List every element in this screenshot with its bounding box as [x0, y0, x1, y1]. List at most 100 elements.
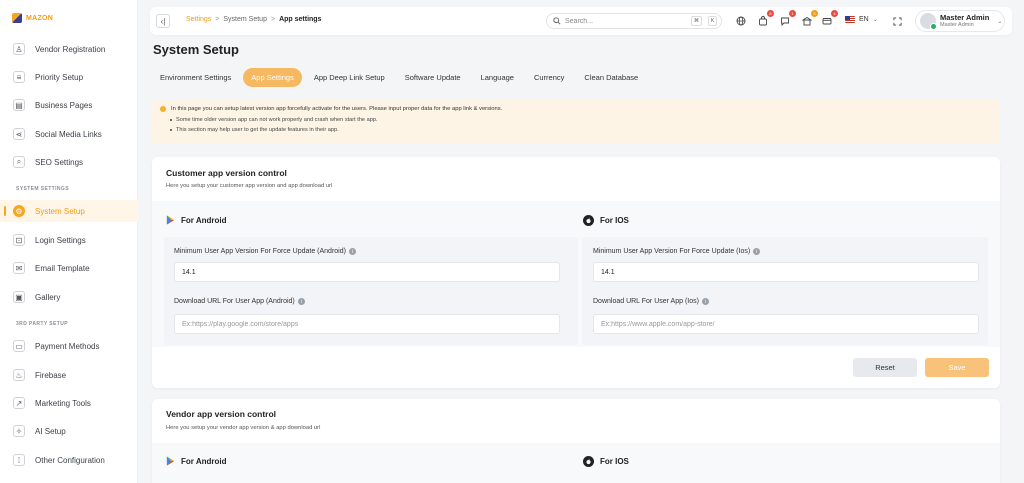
sidebar-item-label: Social Media Links: [35, 129, 102, 139]
sidebar-item-label: Marketing Tools: [35, 398, 91, 408]
sidebar-item-social-media-links[interactable]: ⋖ Social Media Links: [0, 123, 138, 145]
sidebar-item-label: Payment Methods: [35, 341, 100, 351]
sidebar-item-label: Vendor Registration: [35, 44, 106, 54]
sidebar-section-third-party: 3RD PARTY SETUP: [16, 321, 68, 327]
search-icon: [553, 17, 561, 25]
customer-app-version-card: Customer app version control Here you se…: [152, 157, 1000, 388]
apple-icon: [583, 215, 594, 226]
sidebar-item-marketing-tools[interactable]: ↗ Marketing Tools: [0, 392, 138, 414]
orders-badge: 8: [767, 10, 774, 17]
sidebar-item-label: Firebase: [35, 370, 67, 380]
tab-currency[interactable]: Currency: [526, 68, 572, 87]
avatar: [920, 13, 937, 30]
warning-icon: [160, 106, 166, 112]
info-icon[interactable]: i: [701, 298, 709, 305]
breadcrumb-settings[interactable]: Settings: [186, 16, 211, 23]
notice-text: In this page you can setup latest versio…: [171, 106, 503, 112]
tab-language[interactable]: Language: [473, 68, 522, 87]
sidebar: MAZON ♙ Vendor Registration ≡ Priority S…: [0, 0, 138, 483]
reset-button[interactable]: Reset: [853, 358, 917, 377]
language-code: EN: [859, 16, 869, 23]
info-icon[interactable]: i: [753, 248, 761, 255]
info-notice: In this page you can setup latest versio…: [152, 100, 1000, 144]
tab-app-settings[interactable]: App Settings: [243, 68, 302, 87]
sidebar-item-business-pages[interactable]: ▤ Business Pages: [0, 94, 138, 116]
chat-icon: [781, 17, 789, 26]
sparkle-icon: ✧: [13, 425, 25, 437]
sidebar-item-label: Email Template: [35, 263, 90, 273]
brand-logo[interactable]: MAZON: [12, 13, 53, 23]
google-play-icon: [166, 215, 175, 225]
brand-name: MAZON: [26, 14, 54, 22]
android-heading: For Android: [166, 456, 226, 466]
card-icon: [822, 18, 832, 25]
card-subtitle: Here you setup your customer app version…: [166, 183, 333, 189]
ios-download-url-label: Download URL For User App (Ios) i: [593, 298, 709, 305]
android-download-url-input[interactable]: [174, 314, 560, 334]
shop-badge: 5: [811, 10, 818, 17]
sidebar-item-priority-setup[interactable]: ≡ Priority Setup: [0, 66, 138, 88]
shop-button[interactable]: 5: [800, 10, 818, 28]
save-button[interactable]: Save: [925, 358, 989, 377]
logo-mark-icon: [12, 13, 22, 23]
sidebar-item-seo-settings[interactable]: ⌕ SEO Settings: [0, 151, 138, 173]
breadcrumb-separator: >: [215, 16, 220, 23]
ios-min-version-input[interactable]: [593, 262, 979, 282]
cards-badge: 4: [831, 10, 838, 17]
sidebar-item-label: SEO Settings: [35, 157, 84, 167]
sidebar-item-payment-methods[interactable]: ▭ Payment Methods: [0, 335, 138, 357]
search-input[interactable]: [565, 17, 685, 25]
gear-icon: ⚙: [13, 205, 25, 217]
card-body: For Android Minimum User App Version For…: [152, 201, 1000, 347]
google-play-icon: [166, 456, 175, 466]
messages-button[interactable]: 1: [778, 10, 796, 28]
user-role: Master Admin: [940, 21, 974, 28]
us-flag-icon: [845, 16, 855, 23]
sidebar-item-label: Gallery: [35, 292, 61, 302]
lock-icon: ⊡: [13, 234, 25, 246]
tab-software-update[interactable]: Software Update: [397, 68, 469, 87]
sidebar-item-email-template[interactable]: ✉ Email Template: [0, 257, 138, 279]
tab-environment-settings[interactable]: Environment Settings: [152, 68, 239, 87]
user-menu[interactable]: Master Admin Master Admin ⌄: [915, 10, 1005, 32]
breadcrumb-system-setup[interactable]: System Setup: [223, 16, 267, 23]
apple-icon: [583, 456, 594, 467]
collapse-icon: ‹|: [160, 16, 166, 26]
sidebar-item-firebase[interactable]: ♨ Firebase: [0, 364, 138, 386]
breadcrumb: Settings > System Setup > App settings: [186, 16, 321, 23]
collapse-sidebar-button[interactable]: ‹|: [156, 14, 170, 28]
search-icon: ⌕: [13, 156, 25, 168]
shop-icon: [802, 16, 812, 26]
sidebar-item-label: Login Settings: [35, 235, 86, 245]
android-min-version-label: Minimum User App Version For Force Updat…: [174, 248, 356, 255]
android-min-version-input[interactable]: [174, 262, 560, 282]
sidebar-item-gallery[interactable]: ▣ Gallery: [0, 286, 138, 308]
sidebar-item-vendor-registration[interactable]: ♙ Vendor Registration: [0, 38, 138, 60]
messages-badge: 1: [789, 10, 796, 17]
breadcrumb-current: App settings: [279, 16, 322, 23]
language-selector[interactable]: EN ⌄: [845, 16, 878, 23]
ios-download-url-input[interactable]: [593, 314, 979, 334]
sidebar-item-other-configuration[interactable]: ⁞ Other Configuration: [0, 449, 138, 471]
fullscreen-button[interactable]: [890, 14, 904, 28]
orders-button[interactable]: 8: [756, 10, 774, 28]
sidebar-item-system-setup[interactable]: ⚙ System Setup: [0, 200, 138, 222]
gallery-icon: ▣: [13, 291, 25, 303]
info-icon[interactable]: i: [297, 298, 305, 305]
tab-app-deep-link-setup[interactable]: App Deep Link Setup: [306, 68, 393, 87]
chevron-down-icon: ⌄: [997, 18, 1003, 25]
globe-button[interactable]: [734, 14, 748, 28]
notice-point: This section may help user to get the up…: [170, 127, 992, 133]
search-box[interactable]: ⌘ K: [546, 13, 722, 29]
sidebar-item-login-settings[interactable]: ⊡ Login Settings: [0, 229, 138, 251]
page-icon: ▤: [13, 99, 25, 111]
sidebar-item-label: Business Pages: [35, 100, 93, 110]
cards-button[interactable]: 4: [820, 10, 838, 28]
sliders-icon: ≡: [13, 71, 25, 83]
card-title: Customer app version control: [166, 168, 287, 178]
page-title: System Setup: [153, 42, 239, 57]
sidebar-item-ai-setup[interactable]: ✧ AI Setup: [0, 420, 138, 442]
tab-clean-database[interactable]: Clean Database: [576, 68, 646, 87]
card-icon: ▭: [13, 340, 25, 352]
info-icon[interactable]: i: [348, 248, 356, 255]
